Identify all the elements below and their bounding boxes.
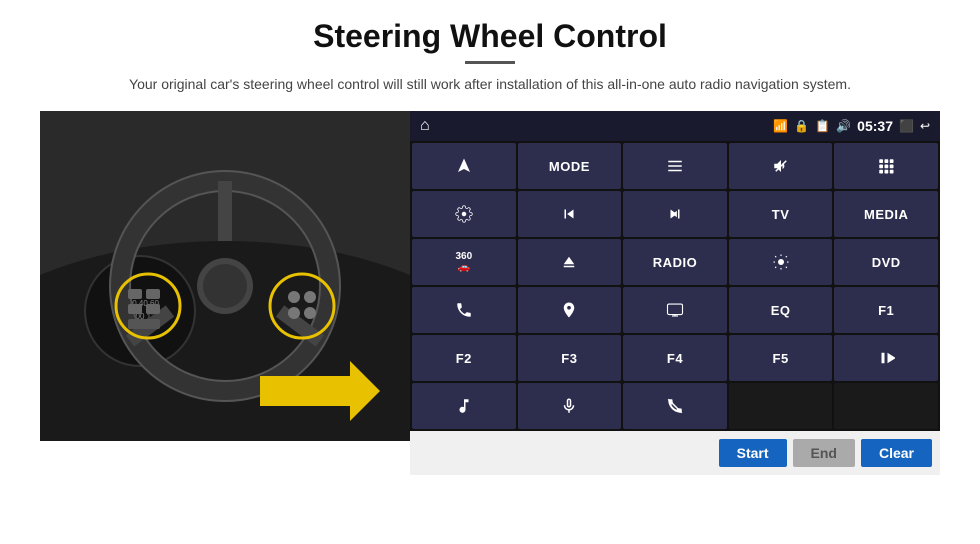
button-grid: MODE (410, 141, 940, 431)
btn-360cam[interactable]: 360🚗 (412, 239, 516, 285)
btn-mute[interactable] (729, 143, 833, 189)
btn-map[interactable] (518, 287, 622, 333)
start-button[interactable]: Start (719, 439, 787, 467)
btn-nav[interactable] (412, 143, 516, 189)
btn-f5[interactable]: F5 (729, 335, 833, 381)
btn-brightness[interactable] (729, 239, 833, 285)
btn-empty2 (834, 383, 938, 429)
btn-empty1 (729, 383, 833, 429)
btn-apps[interactable] (834, 143, 938, 189)
btn-playpause[interactable] (834, 335, 938, 381)
btn-mic[interactable] (518, 383, 622, 429)
cast-icon: ⬛ (899, 119, 914, 133)
bt-icon: 🔊 (836, 119, 851, 133)
page-title: Steering Wheel Control (313, 18, 667, 55)
back-icon: ↩ (920, 119, 930, 133)
btn-settings[interactable] (412, 191, 516, 237)
lock-icon: 🔒 (794, 119, 809, 133)
btn-f2[interactable]: F2 (412, 335, 516, 381)
btn-eq[interactable]: EQ (729, 287, 833, 333)
content-row: 0 20 40 60 80 100 120 (40, 111, 940, 475)
btn-tv[interactable]: TV (729, 191, 833, 237)
ui-panel: ⌂ 📶 🔒 📋 🔊 05:37 ⬛ ↩ MODE (410, 111, 940, 475)
page-subtitle: Your original car's steering wheel contr… (129, 74, 851, 95)
home-icon: ⌂ (420, 117, 430, 135)
wifi-icon: 📶 (773, 119, 788, 133)
btn-screen[interactable] (623, 287, 727, 333)
btn-mode[interactable]: MODE (518, 143, 622, 189)
page-container: Steering Wheel Control Your original car… (0, 0, 980, 544)
status-right: 📶 🔒 📋 🔊 05:37 ⬛ ↩ (773, 118, 930, 134)
btn-next[interactable] (623, 191, 727, 237)
btn-music[interactable] (412, 383, 516, 429)
btn-hangup[interactable] (623, 383, 727, 429)
end-button[interactable]: End (793, 439, 855, 467)
title-underline (465, 61, 515, 64)
btn-media[interactable]: MEDIA (834, 191, 938, 237)
btn-f3[interactable]: F3 (518, 335, 622, 381)
btn-f1[interactable]: F1 (834, 287, 938, 333)
btn-phone[interactable] (412, 287, 516, 333)
sim-icon: 📋 (815, 119, 830, 133)
clear-button[interactable]: Clear (861, 439, 932, 467)
status-time: 05:37 (857, 118, 893, 134)
status-bar: ⌂ 📶 🔒 📋 🔊 05:37 ⬛ ↩ (410, 111, 940, 141)
btn-eject[interactable] (518, 239, 622, 285)
bottom-bar: Start End Clear (410, 431, 940, 475)
btn-list[interactable] (623, 143, 727, 189)
btn-radio[interactable]: RADIO (623, 239, 727, 285)
steering-wheel-image: 0 20 40 60 80 100 120 (40, 111, 410, 441)
btn-f4[interactable]: F4 (623, 335, 727, 381)
btn-dvd[interactable]: DVD (834, 239, 938, 285)
btn-prev[interactable] (518, 191, 622, 237)
